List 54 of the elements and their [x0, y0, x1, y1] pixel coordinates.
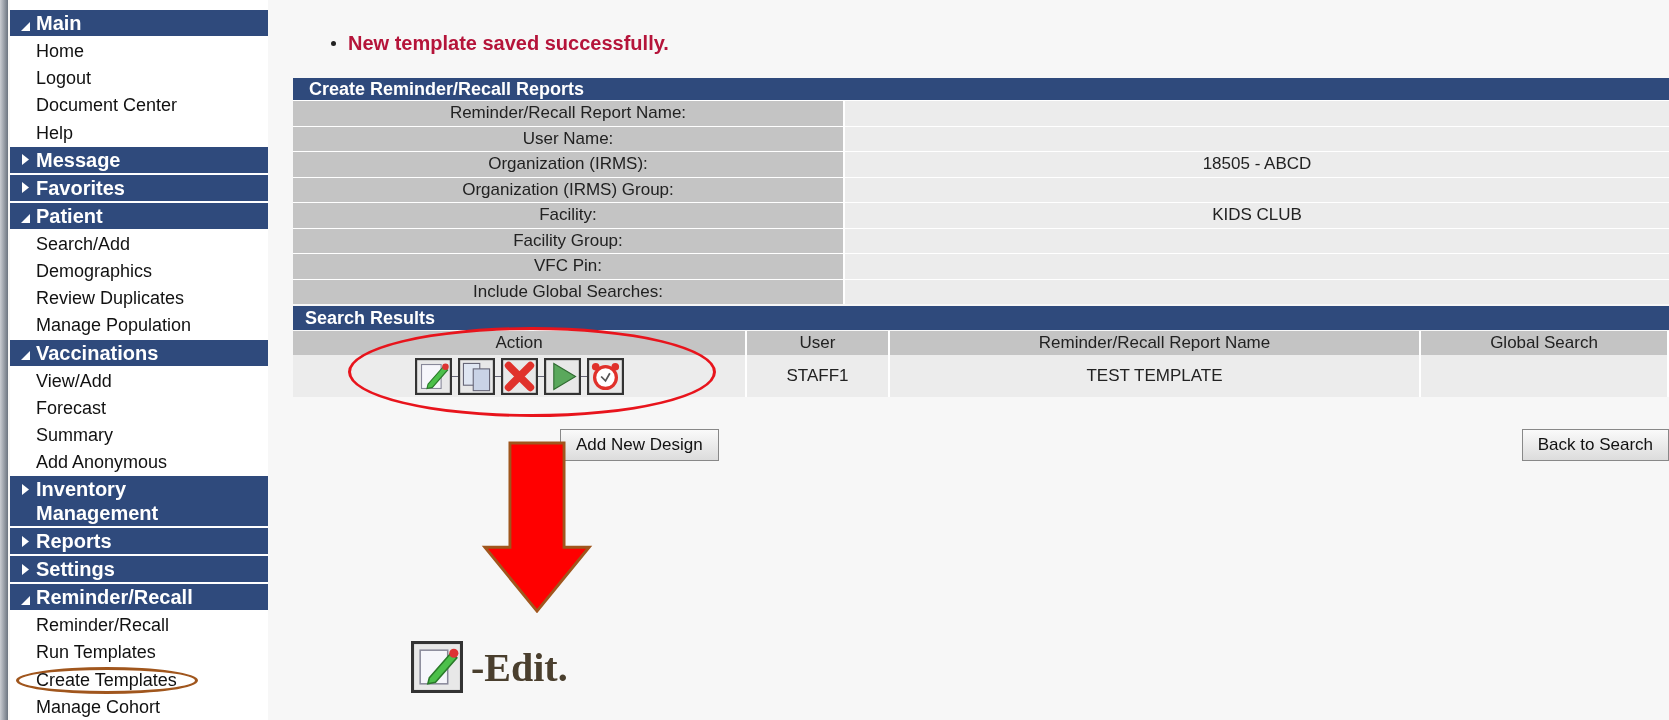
field-label: Organization (IRMS): — [293, 152, 845, 177]
bullet — [331, 40, 336, 46]
sidebar-link[interactable]: Logout — [36, 68, 92, 89]
form-title: Create Reminder/Recall Reports — [293, 78, 1669, 100]
sidebar-link[interactable]: Manage Cohort — [36, 696, 161, 717]
field-label: Facility: — [293, 203, 845, 228]
alarm-clock-icon[interactable] — [586, 357, 624, 395]
back-to-search-button[interactable]: Back to Search — [1521, 429, 1669, 461]
results-title: Search Results — [293, 306, 1669, 330]
sidebar-link[interactable]: Manage Population — [36, 315, 192, 336]
field-label: Organization (IRMS) Group: — [293, 177, 845, 202]
sidebar-section-header[interactable]: Vaccinations — [10, 339, 268, 366]
sidebar-section-header[interactable]: Settings — [10, 556, 268, 583]
sidebar-link[interactable]: Forecast — [36, 397, 107, 418]
column-header: Global Search — [1421, 331, 1669, 355]
field-label: User Name: — [293, 126, 845, 151]
field-label: Include Global Searches: — [293, 279, 845, 304]
sidebar-link[interactable]: Run Templates — [36, 642, 156, 663]
legend-text: -Edit. — [471, 643, 568, 691]
table-cell: TEST TEMPLATE — [890, 355, 1421, 397]
sidebar-section-header[interactable]: Inventory Management — [10, 476, 268, 527]
sidebar-link[interactable]: Reminder/Recall — [36, 615, 170, 636]
sidebar-link[interactable]: Review Duplicates — [36, 288, 185, 309]
sidebar-section-header[interactable]: Message — [10, 146, 268, 173]
sidebar-section-header[interactable]: Reports — [10, 528, 268, 555]
sidebar-link[interactable]: Create Templates — [36, 669, 177, 690]
field-value: KIDS CLUB — [845, 203, 1669, 228]
copy-icon[interactable] — [457, 357, 495, 395]
field-label: VFC Pin: — [293, 254, 845, 279]
success-message: New template saved successfully. — [348, 31, 669, 55]
edit-icon[interactable] — [414, 357, 452, 395]
column-header: Action — [293, 331, 747, 355]
sidebar-link[interactable]: Summary — [36, 424, 113, 445]
sidebar-section-header[interactable]: Main — [10, 10, 268, 36]
sidebar-link[interactable]: Demographics — [36, 260, 153, 281]
sidebar-link[interactable]: Add Anonymous — [36, 452, 168, 473]
column-header: User — [747, 331, 890, 355]
edit-icon[interactable] — [411, 641, 463, 693]
sidebar-link[interactable]: View/Add — [36, 370, 112, 391]
table-cell: STAFF1 — [747, 355, 890, 397]
add-new-design-button[interactable]: Add New Design — [560, 429, 719, 461]
delete-icon[interactable] — [500, 357, 538, 395]
field-label: Facility Group: — [293, 228, 845, 253]
sidebar-section-header[interactable]: Patient — [10, 202, 268, 229]
sidebar-link[interactable]: Home — [36, 41, 84, 61]
play-icon[interactable] — [543, 357, 581, 395]
sidebar-link[interactable]: Document Center — [36, 95, 178, 116]
sidebar-link[interactable]: Search/Add — [36, 233, 131, 254]
sidebar-link[interactable]: Help — [36, 122, 74, 143]
sidebar-section-header[interactable]: Favorites — [10, 174, 268, 201]
sidebar-section-header[interactable]: Reminder/Recall — [10, 584, 268, 611]
field-value: 18505 - ABCD — [845, 152, 1669, 177]
field-label: Reminder/Recall Report Name: — [293, 101, 845, 126]
column-header: Reminder/Recall Report Name — [890, 331, 1421, 355]
